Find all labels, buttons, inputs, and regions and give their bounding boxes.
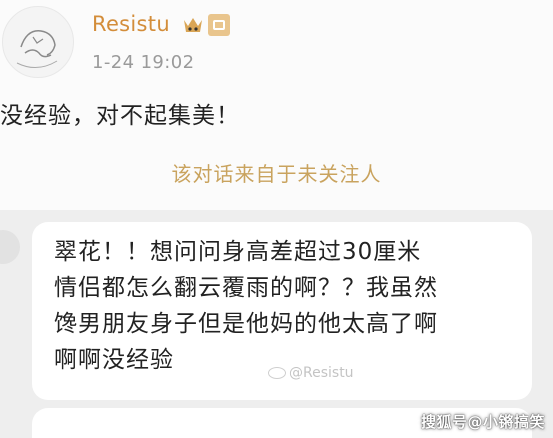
post-header: Resistu 1-24 19:02 没经验，对不起集美！ 该对话来自于未关注人 <box>0 0 553 210</box>
chat-area: 翠花！！想问问身高差超过30厘米 情侣都怎么翻云覆雨的啊？？我虽然 馋男朋友身子… <box>0 210 553 438</box>
post-text: 没经验，对不起集美！ <box>0 103 240 129</box>
message-line: 情侣都怎么翻云覆雨的啊？？我虽然 <box>54 275 438 301</box>
screenshot: Resistu 1-24 19:02 没经验，对不起集美！ 该对话来自于未关注人… <box>0 0 553 438</box>
sender-avatar[interactable] <box>0 230 20 264</box>
message-line: 馋男朋友身子但是他妈的他太高了啊 <box>54 311 438 337</box>
username[interactable]: Resistu <box>92 12 170 36</box>
post-timestamp: 1-24 19:02 <box>92 52 195 73</box>
message-line: 翠花！！想问问身高差超过30厘米 <box>54 239 422 265</box>
watermark-text: @Resistu <box>289 365 354 381</box>
unfollowed-notice: 该对话来自于未关注人 <box>171 162 382 186</box>
crown-badge-icon <box>184 18 202 32</box>
member-badge-icon <box>208 14 230 36</box>
sketch-avatar-icon <box>16 30 58 68</box>
weibo-icon <box>268 367 286 379</box>
user-avatar[interactable] <box>2 6 74 78</box>
watermark: @Resistu <box>268 365 354 381</box>
source-watermark: 搜狐号@小锵搞笑 <box>420 413 545 431</box>
